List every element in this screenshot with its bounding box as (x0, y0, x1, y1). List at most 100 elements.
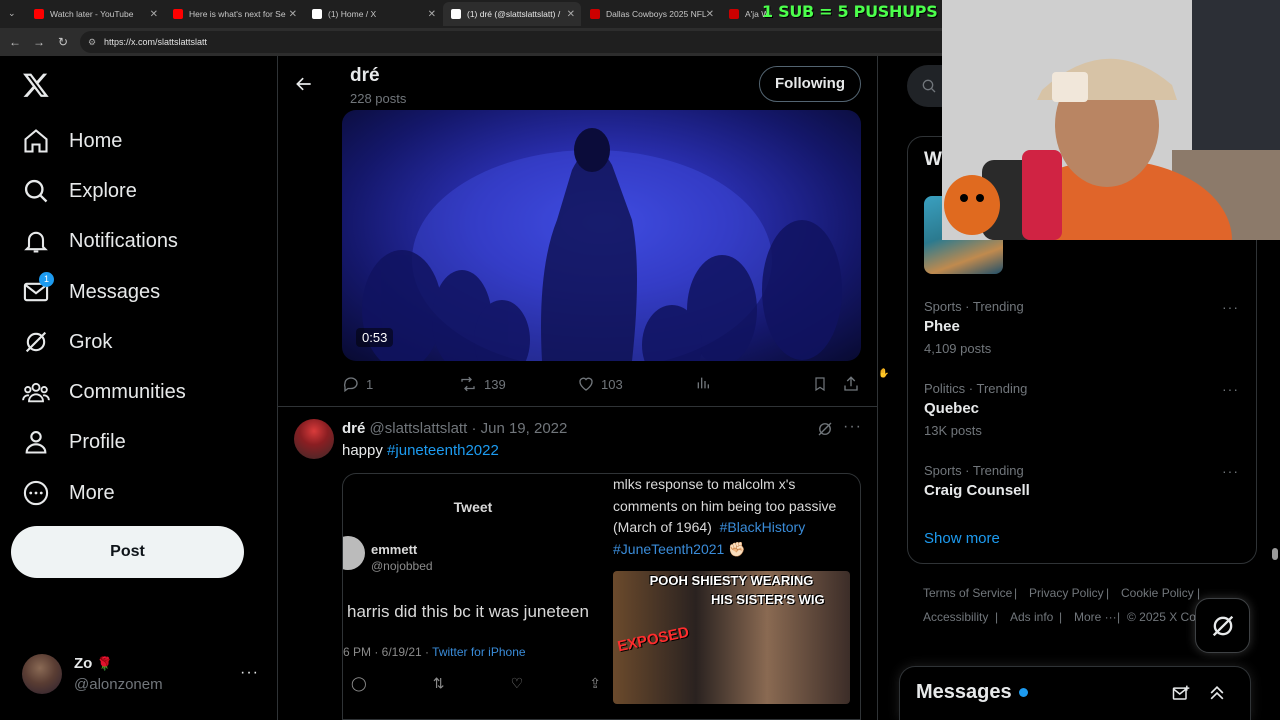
nav-grok[interactable]: Grok (22, 324, 112, 360)
trend-count: 13K posts (924, 423, 982, 438)
footer-privacy[interactable]: Privacy Policy (1029, 586, 1104, 600)
tweet-divider (278, 406, 877, 407)
close-tab-icon[interactable]: ✕ (150, 9, 158, 20)
youtube-icon (34, 9, 44, 19)
x-logo[interactable] (22, 71, 50, 99)
tweet-more-icon[interactable]: ··· (843, 418, 862, 436)
caption-line: comments on him being too passive (613, 497, 837, 514)
tweet-author-avatar[interactable] (294, 419, 334, 459)
thumb-title-bottom: HIS SISTER'S WIG (711, 592, 825, 607)
nav-label: Home (69, 129, 123, 152)
nav-label: Messages (69, 280, 161, 303)
hashtag-link[interactable]: #BlackHistory (720, 519, 806, 535)
close-tab-icon[interactable]: ✕ (706, 9, 714, 20)
trend-name: Quebec (924, 400, 980, 417)
nav-more[interactable]: More (22, 475, 115, 511)
news-icon (590, 9, 600, 19)
footer-ads-info[interactable]: Ads info (1010, 610, 1053, 624)
cursor-icon: ✋ (878, 368, 890, 378)
webcam-frame (942, 0, 1280, 240)
expand-up-icon[interactable] (1207, 683, 1227, 703)
show-more-link[interactable]: Show more (924, 530, 1000, 547)
reply-button[interactable]: 1 (342, 375, 373, 393)
person-icon (22, 428, 50, 456)
tweet-media-right[interactable]: mlks response to malcolm x's comments on… (602, 473, 861, 720)
repost-icon: ⇅ (432, 675, 445, 691)
following-button[interactable]: Following (759, 66, 861, 102)
hashtag-link[interactable]: #JuneTeenth2021 (613, 541, 724, 557)
forward-icon[interactable]: → (32, 35, 46, 49)
nav-notifications[interactable]: Notifications (22, 223, 178, 259)
video-player[interactable]: 0:53 (342, 110, 861, 361)
like-button[interactable]: 103 (577, 375, 623, 393)
nav-messages[interactable]: 1 Messages (22, 272, 161, 310)
tab-dre-profile[interactable]: (1) dré (@slattslattslatt) / ✕ (443, 2, 581, 26)
footer-terms[interactable]: Terms of Service (923, 586, 1012, 600)
account-switcher[interactable]: Zo 🌹 @alonzonem ··· (22, 654, 262, 694)
footer-cookie[interactable]: Cookie Policy (1121, 586, 1194, 600)
trends-card-title: W (924, 149, 942, 170)
caption-line: mlks response to malcolm x's (613, 476, 796, 492)
footer-accessibility[interactable]: Accessibility (923, 610, 988, 624)
trend-more-icon[interactable]: ··· (1222, 299, 1239, 315)
nav-communities[interactable]: Communities (22, 374, 186, 410)
page-scrollbar[interactable] (1272, 548, 1278, 560)
repost-icon (461, 376, 475, 392)
account-handle: @alonzonem (74, 676, 163, 693)
quoted-name: emmett (371, 542, 418, 557)
tweet-author-handle[interactable]: @slattslattslatt (370, 420, 468, 437)
tweet-author-name[interactable]: dré (342, 420, 365, 437)
nav-explore[interactable]: Explore (22, 173, 137, 209)
tab-home-x[interactable]: (1) Home / X ✕ (304, 2, 442, 26)
nav-label: Explore (69, 179, 137, 202)
post-count: 228 posts (350, 91, 407, 106)
quoted-text: harris did this bc it was juneteen (347, 602, 589, 621)
tab-whats-next[interactable]: Here is what's next for Se ✕ (165, 2, 303, 26)
back-icon[interactable]: ← (8, 35, 22, 49)
close-tab-icon[interactable]: ✕ (567, 9, 575, 20)
tweet-date[interactable]: · Jun 19, 2022 (471, 420, 567, 437)
video-duration: 0:53 (356, 328, 394, 347)
tweet-media-left[interactable]: Tweet emmett @nojobbed harris did this b… (342, 473, 602, 720)
url-field[interactable]: ⚙ https://x.com/slattslattslatt (80, 31, 960, 53)
trend-more-icon[interactable]: ··· (1222, 381, 1239, 397)
messages-drawer[interactable]: Messages (899, 666, 1251, 720)
site-info-icon[interactable]: ⚙ (88, 31, 96, 53)
footer-more[interactable]: More ··· (1074, 610, 1117, 624)
bell-icon (22, 227, 50, 255)
news-icon (729, 9, 739, 19)
tab-title: (1) dré (@slattslattslatt) / (467, 9, 561, 19)
reply-icon (343, 377, 358, 393)
post-button[interactable]: Post (11, 526, 244, 578)
x-logo-icon (23, 73, 49, 97)
thumb-title-top: POOH SHIESTY WEARING (649, 573, 814, 588)
repost-button[interactable]: 139 (458, 375, 506, 393)
views-button[interactable] (695, 375, 717, 391)
close-tab-icon[interactable]: ✕ (428, 9, 436, 20)
tab-title: Here is what's next for Se (189, 9, 286, 19)
tab-cowboys[interactable]: Dallas Cowboys 2025 NFL ✕ (582, 2, 720, 26)
reload-icon[interactable]: ↻ (56, 35, 70, 49)
video-frame (362, 128, 842, 361)
more-circle-icon (22, 479, 50, 507)
close-tab-icon[interactable]: ✕ (289, 9, 297, 20)
trend-more-icon[interactable]: ··· (1222, 463, 1239, 479)
nav-profile[interactable]: Profile (22, 424, 126, 460)
back-arrow-icon[interactable] (294, 74, 314, 94)
share-button[interactable] (842, 375, 866, 393)
bookmark-button[interactable] (812, 375, 834, 393)
reply-icon: ◯ (351, 675, 367, 691)
grok-floating-button[interactable] (1195, 598, 1250, 653)
hashtag-link[interactable]: #juneteenth2022 (387, 442, 499, 459)
account-more-icon[interactable]: ··· (240, 664, 259, 682)
new-message-icon[interactable] (1171, 684, 1191, 704)
tab-watch-later[interactable]: Watch later - YouTube ✕ (26, 2, 164, 26)
envelope-icon: 1 (22, 272, 54, 306)
thumbnail-image: POOH SHIESTY WEARING HIS SISTER'S WIG EX… (613, 571, 850, 704)
tab-list-chevron-icon[interactable]: ⌄ (8, 8, 16, 19)
trend-name: Phee (924, 318, 960, 335)
nav-home[interactable]: Home (22, 123, 122, 159)
grok-explain-icon[interactable] (816, 420, 834, 438)
profile-name: dré (350, 65, 380, 86)
quoted-avatar (343, 536, 365, 570)
